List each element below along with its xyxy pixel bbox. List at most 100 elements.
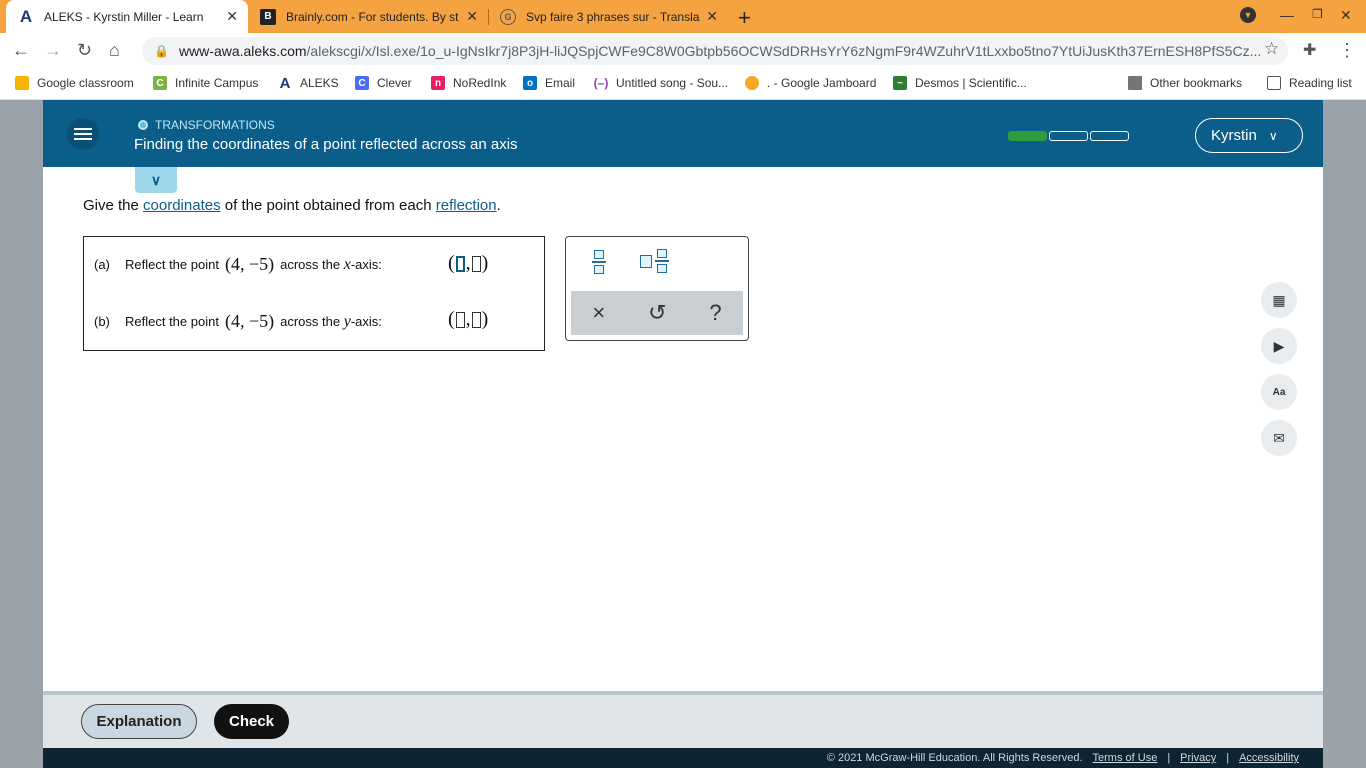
aleks-header: TRANSFORMATIONS Finding the coordinates … xyxy=(43,100,1323,167)
answer-b-y-slot[interactable] xyxy=(471,311,481,328)
chevron-down-icon: ∨ xyxy=(1268,128,1278,143)
answer-a-x-slot[interactable] xyxy=(455,255,465,272)
close-icon[interactable]: ✕ xyxy=(466,8,478,25)
answer-b-x-slot[interactable] xyxy=(455,311,465,328)
bookmark-label: Untitled song - Sou... xyxy=(616,76,729,90)
keypad-top-row xyxy=(566,237,748,289)
folder-icon xyxy=(1128,76,1142,90)
axis-variable: y xyxy=(343,312,351,330)
tab-brainly[interactable]: B Brainly.com - For students. By st ✕ xyxy=(248,0,488,33)
other-bookmarks-label: Other bookmarks xyxy=(1150,76,1243,90)
mail-icon[interactable]: ✉ xyxy=(1261,420,1297,456)
restore-icon[interactable]: ❐ xyxy=(1312,7,1323,21)
hamburger-menu-icon[interactable] xyxy=(67,118,99,150)
bookmark-item[interactable]: A ALEKS xyxy=(278,74,339,92)
reading-list-label: Reading list xyxy=(1289,76,1352,90)
outlook-icon: o xyxy=(523,76,537,90)
coordinates-link[interactable]: coordinates xyxy=(143,197,221,214)
home-icon[interactable]: ⌂ xyxy=(109,40,120,61)
back-icon[interactable]: ← xyxy=(12,40,30,61)
bookmark-item[interactable]: n NoRedInk xyxy=(431,76,506,90)
classroom-icon xyxy=(15,76,29,90)
question-prompt: Give the coordinates of the point obtain… xyxy=(83,197,501,214)
math-keypad: × ↺ ? xyxy=(565,236,749,341)
other-bookmarks[interactable]: Other bookmarks xyxy=(1128,76,1242,90)
topic-dot-icon xyxy=(138,120,148,130)
check-button[interactable]: Check xyxy=(214,704,289,739)
separator: | xyxy=(1226,752,1230,764)
reading-list[interactable]: Reading list xyxy=(1267,76,1352,90)
aleks-icon: A xyxy=(19,6,33,26)
question-text: across the xyxy=(280,314,341,329)
bookmark-item[interactable]: C Clever xyxy=(355,76,412,90)
bookmark-item[interactable]: (–) Untitled song - Sou... xyxy=(594,76,728,90)
answer-a-y-slot[interactable] xyxy=(471,255,481,272)
bookmark-label: Email xyxy=(545,76,576,90)
bookmark-item[interactable]: Google classroom xyxy=(15,76,134,90)
bookmark-item[interactable]: o Email xyxy=(523,76,575,90)
reload-icon[interactable]: ↻ xyxy=(77,40,92,61)
extensions-icon[interactable]: ✚ xyxy=(1303,40,1316,60)
accessibility-link[interactable]: Accessibility xyxy=(1239,752,1299,764)
bookmark-label: ALEKS xyxy=(300,76,339,90)
brainly-icon: B xyxy=(260,8,276,25)
question-text: across the xyxy=(280,257,341,272)
bookmark-item[interactable]: C Infinite Campus xyxy=(153,76,258,90)
jamboard-icon xyxy=(745,76,759,90)
tab-search-icon[interactable]: ▼ xyxy=(1240,7,1256,23)
bookmark-label: Clever xyxy=(377,76,412,90)
bookmark-star-icon[interactable]: ☆ xyxy=(1264,39,1279,59)
user-menu-button[interactable]: Kyrstin ∨ xyxy=(1195,118,1303,153)
question-a: (a) Reflect the point (4, −5) across the… xyxy=(94,254,382,275)
question-b: (b) Reflect the point (4, −5) across the… xyxy=(94,311,382,332)
bookmark-item[interactable]: . - Google Jamboard xyxy=(745,76,876,90)
bookmark-label: Infinite Campus xyxy=(175,76,259,90)
tab-title: ALEKS - Kyrstin Miller - Learn xyxy=(44,9,204,24)
desmos-icon: ~ xyxy=(893,76,907,90)
video-icon[interactable]: ▶ xyxy=(1261,328,1297,364)
soundtrap-icon: (–) xyxy=(593,76,609,90)
calculator-icon[interactable]: ▦ xyxy=(1261,282,1297,318)
bookmarks-bar: Google classroom C Infinite Campus A ALEKS… xyxy=(0,69,1366,100)
progress-segment xyxy=(1090,131,1129,141)
explanation-button[interactable]: Explanation xyxy=(81,704,197,739)
translate-icon: G xyxy=(500,8,516,25)
forward-icon[interactable]: → xyxy=(44,40,62,61)
question-label: (b) xyxy=(94,314,110,329)
minimize-icon[interactable]: — xyxy=(1280,7,1294,23)
prompt-text: . xyxy=(496,197,501,214)
question-text: Reflect the point xyxy=(125,257,219,272)
aleks-icon: A xyxy=(279,74,291,92)
terms-link[interactable]: Terms of Use xyxy=(1093,752,1158,764)
close-icon[interactable]: ✕ xyxy=(706,8,718,25)
tab-translate[interactable]: G Svp faire 3 phrases sur - Transla ✕ xyxy=(488,0,728,33)
separator: | xyxy=(1167,752,1171,764)
fraction-icon[interactable] xyxy=(592,250,606,274)
axis-suffix: -axis: xyxy=(350,257,382,272)
privacy-link[interactable]: Privacy xyxy=(1180,752,1216,764)
menu-kebab-icon[interactable]: ⋮ xyxy=(1338,40,1356,61)
new-tab-icon[interactable]: + xyxy=(738,5,751,31)
expand-chevron-button[interactable]: ∨ xyxy=(135,167,177,193)
mixed-number-icon[interactable] xyxy=(640,249,669,273)
tab-aleks[interactable]: A ALEKS - Kyrstin Miller - Learn ✕ xyxy=(6,0,248,33)
bookmark-label: NoRedInk xyxy=(453,76,507,90)
bookmark-item[interactable]: ~ Desmos | Scientific... xyxy=(893,76,1027,90)
keypad-actions: × ↺ ? xyxy=(571,291,743,335)
address-bar[interactable]: 🔒 www-awa.aleks.com /alekscgi/x/Isl.exe/… xyxy=(142,37,1288,65)
dictionary-icon[interactable]: Aa xyxy=(1261,374,1297,410)
progress-bar xyxy=(1008,131,1129,141)
help-icon[interactable]: ? xyxy=(709,300,721,326)
answer-a-input[interactable]: (,) xyxy=(448,252,488,275)
question-label: (a) xyxy=(94,257,110,272)
answer-b-input[interactable]: (,) xyxy=(448,308,488,331)
undo-icon[interactable]: ↺ xyxy=(648,300,666,326)
close-window-icon[interactable]: ✕ xyxy=(1340,7,1352,24)
browser-toolbar: ← → ↻ ⌂ 🔒 www-awa.aleks.com /alekscgi/x/… xyxy=(0,33,1366,69)
reading-list-icon xyxy=(1267,76,1281,90)
close-icon[interactable]: ✕ xyxy=(226,8,238,25)
user-name: Kyrstin xyxy=(1211,127,1257,144)
reflection-link[interactable]: reflection xyxy=(436,197,497,214)
clear-icon[interactable]: × xyxy=(592,300,605,326)
browser-tab-bar: A ALEKS - Kyrstin Miller - Learn ✕ B Bra… xyxy=(0,0,1366,33)
